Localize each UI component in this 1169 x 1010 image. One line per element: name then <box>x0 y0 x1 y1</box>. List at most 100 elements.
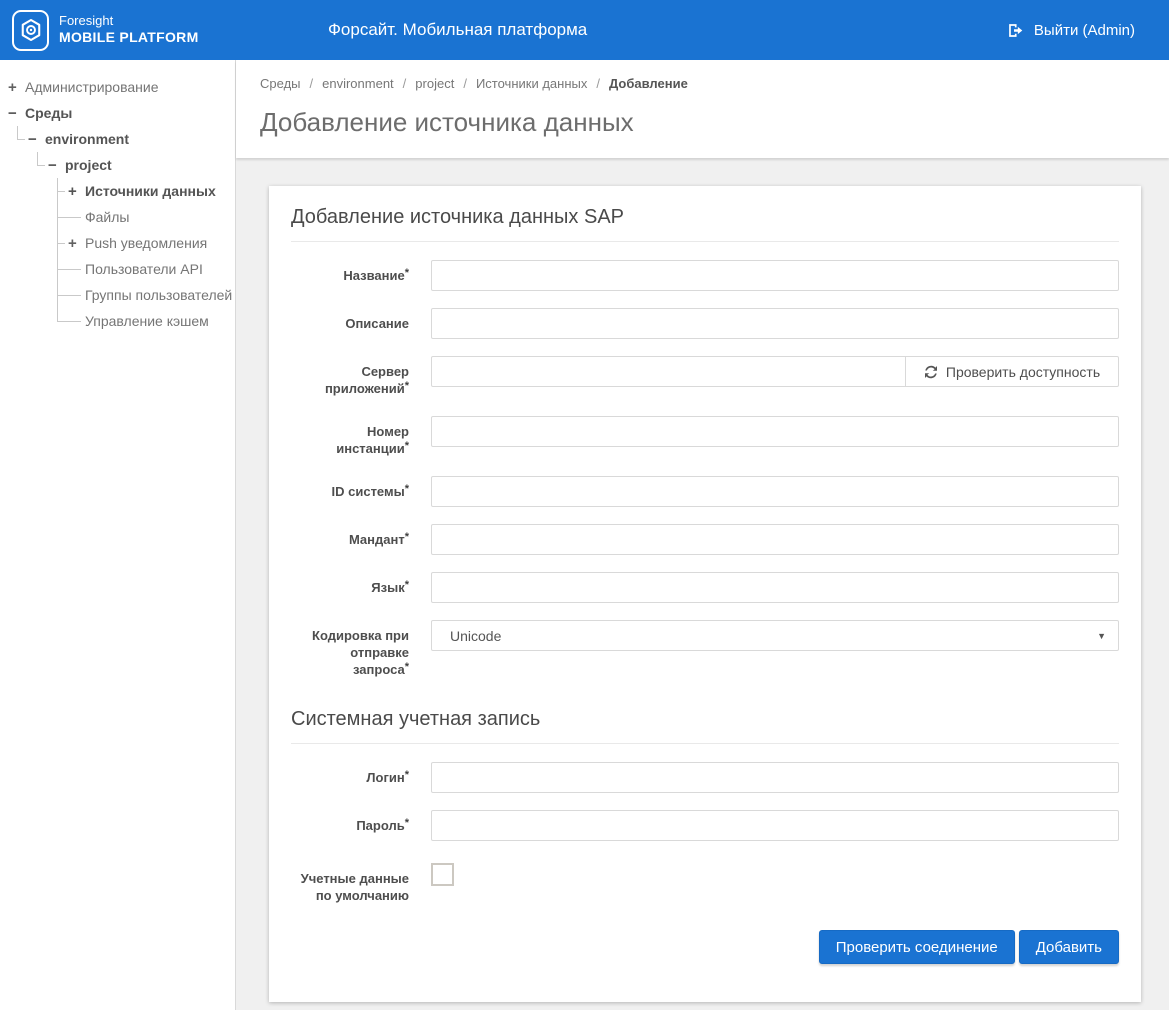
page-title: Добавление источника данных <box>260 107 1145 138</box>
sidebar-item-label: Push уведомления <box>85 235 207 251</box>
breadcrumb-current: Добавление <box>609 76 688 91</box>
mandant-field[interactable] <box>431 524 1119 555</box>
form-row-language: Язык* <box>291 572 1119 603</box>
minus-icon[interactable]: − <box>28 131 45 148</box>
sidebar-item-administration[interactable]: + Администрирование <box>8 74 235 100</box>
test-connection-button[interactable]: Проверить соединение <box>819 930 1015 964</box>
foresight-logo-icon <box>12 10 49 51</box>
form-row-default-credentials: Учетные данные по умолчанию <box>291 863 1119 904</box>
description-label: Описание <box>291 308 409 332</box>
sidebar-item-files[interactable]: Файлы <box>68 204 235 230</box>
sidebar-item-label: Пользователи API <box>85 261 203 277</box>
language-label: Язык* <box>291 572 409 598</box>
form-row-server: Сервер приложений* Проверит <box>291 356 1119 399</box>
plus-icon[interactable]: + <box>8 79 25 96</box>
app-title: Форсайт. Мобильная платформа <box>328 20 587 40</box>
breadcrumb-separator: / <box>596 76 600 91</box>
server-field[interactable] <box>431 356 906 387</box>
form-row-encoding: Кодировка при отправке запроса* Unicode … <box>291 620 1119 680</box>
sidebar-item-user-groups[interactable]: Группы пользователей <box>68 282 235 308</box>
check-availability-label: Проверить доступность <box>946 364 1100 380</box>
required-mark: * <box>405 769 409 781</box>
form-row-login: Логин* <box>291 762 1119 793</box>
chevron-down-icon: ▼ <box>1097 631 1106 641</box>
sidebar-item-environment[interactable]: − environment <box>28 126 235 152</box>
sidebar-item-label: environment <box>45 131 129 147</box>
title-band: Среды / environment / project / Источник… <box>236 60 1169 158</box>
required-mark: * <box>405 531 409 543</box>
form-row-description: Описание <box>291 308 1119 339</box>
sidebar-item-environments[interactable]: − Среды <box>8 100 235 126</box>
breadcrumb-environments[interactable]: Среды <box>260 76 301 91</box>
mandant-label: Мандант* <box>291 524 409 550</box>
breadcrumb: Среды / environment / project / Источник… <box>260 76 1145 91</box>
navigation-tree: + Администрирование − Среды − environmen… <box>8 74 235 334</box>
breadcrumb-project[interactable]: project <box>415 76 454 91</box>
name-field[interactable] <box>431 260 1119 291</box>
description-field[interactable] <box>431 308 1119 339</box>
plus-icon[interactable]: + <box>68 235 85 252</box>
sidebar-item-data-sources[interactable]: + Источники данных <box>68 178 235 204</box>
logout-button[interactable]: Выйти (Admin) <box>1007 22 1135 39</box>
system-id-field[interactable] <box>431 476 1119 507</box>
required-mark: * <box>405 579 409 591</box>
add-button[interactable]: Добавить <box>1019 930 1119 964</box>
sidebar-item-label: Источники данных <box>85 183 216 199</box>
app-header: Foresight MOBILE PLATFORM Форсайт. Мобил… <box>0 0 1169 60</box>
sidebar-item-label: Файлы <box>85 209 129 225</box>
required-mark: * <box>405 380 409 392</box>
form-row-password: Пароль* <box>291 810 1119 841</box>
section-title-sap: Добавление источника данных SAP <box>291 206 1119 242</box>
required-mark: * <box>405 817 409 829</box>
instance-number-field[interactable] <box>431 416 1119 447</box>
breadcrumb-data-sources[interactable]: Источники данных <box>476 76 587 91</box>
sidebar: + Администрирование − Среды − environmen… <box>0 60 236 1010</box>
plus-icon[interactable]: + <box>68 183 85 200</box>
form-row-instance: Номер инстанции* <box>291 416 1119 459</box>
sidebar-item-label: Группы пользователей <box>85 287 232 303</box>
required-mark: * <box>405 483 409 495</box>
default-credentials-label: Учетные данные по умолчанию <box>291 863 409 904</box>
default-credentials-checkbox[interactable] <box>431 863 454 886</box>
password-field[interactable] <box>431 810 1119 841</box>
logout-label: Выйти (Admin) <box>1034 22 1135 39</box>
login-label: Логин* <box>291 762 409 788</box>
encoding-select[interactable]: Unicode ▼ <box>431 620 1119 651</box>
form-row-name: Название* <box>291 260 1119 291</box>
add-data-source-form: Добавление источника данных SAP Название… <box>269 186 1141 1002</box>
logo-line2: MOBILE PLATFORM <box>59 29 199 47</box>
sidebar-item-label: Управление кэшем <box>85 313 209 329</box>
sidebar-item-label: Администрирование <box>25 79 159 95</box>
form-actions: Проверить соединение Добавить <box>291 930 1119 964</box>
logo-text: Foresight MOBILE PLATFORM <box>59 13 199 47</box>
required-mark: * <box>405 661 409 673</box>
refresh-icon <box>924 365 938 379</box>
breadcrumb-separator: / <box>310 76 314 91</box>
name-label: Название* <box>291 260 409 286</box>
encoding-selected-value: Unicode <box>450 628 501 644</box>
app-logo: Foresight MOBILE PLATFORM <box>12 10 199 51</box>
breadcrumb-environment[interactable]: environment <box>322 76 394 91</box>
content-area: Добавление источника данных SAP Название… <box>236 158 1169 1010</box>
sidebar-item-push-notifications[interactable]: + Push уведомления <box>68 230 235 256</box>
sign-out-icon <box>1007 22 1024 39</box>
check-availability-button[interactable]: Проверить доступность <box>905 356 1119 387</box>
form-row-system-id: ID системы* <box>291 476 1119 507</box>
section-title-account: Системная учетная запись <box>291 708 1119 744</box>
password-label: Пароль* <box>291 810 409 836</box>
instance-label: Номер инстанции* <box>291 416 409 459</box>
breadcrumb-separator: / <box>463 76 467 91</box>
sidebar-item-label: Среды <box>25 105 72 121</box>
login-field[interactable] <box>431 762 1119 793</box>
sidebar-item-api-users[interactable]: Пользователи API <box>68 256 235 282</box>
language-field[interactable] <box>431 572 1119 603</box>
form-row-mandant: Мандант* <box>291 524 1119 555</box>
sidebar-item-cache-management[interactable]: Управление кэшем <box>68 308 235 334</box>
minus-icon[interactable]: − <box>48 157 65 174</box>
server-label: Сервер приложений* <box>291 356 409 399</box>
sidebar-item-project[interactable]: − project <box>48 152 235 178</box>
minus-icon[interactable]: − <box>8 105 25 122</box>
required-mark: * <box>405 440 409 452</box>
logo-line1: Foresight <box>59 13 199 29</box>
sidebar-item-label: project <box>65 157 112 173</box>
